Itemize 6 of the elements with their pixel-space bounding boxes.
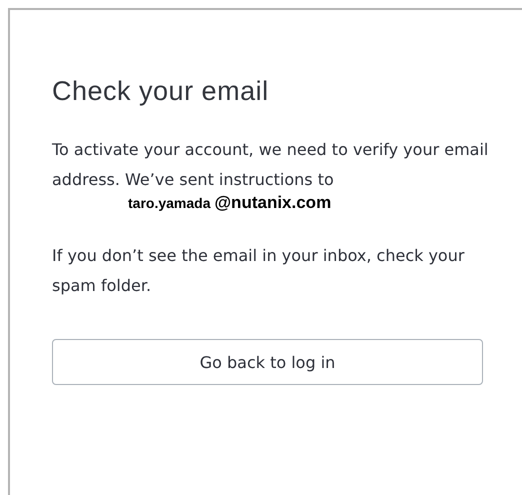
- message-text: To activate your account, we need to verify your email address. We’ve sent instructions to: [52, 139, 490, 191]
- hint-text: If you don’t see the email in your inbox, check your spam folder.: [52, 245, 466, 297]
- email-user-text: taro.yamada: [128, 195, 210, 211]
- heading: Check your email: [52, 76, 270, 107]
- email-domain-text: @nutanix.com: [214, 193, 332, 213]
- back-to-login-button[interactable]: Go back to log in: [52, 339, 483, 385]
